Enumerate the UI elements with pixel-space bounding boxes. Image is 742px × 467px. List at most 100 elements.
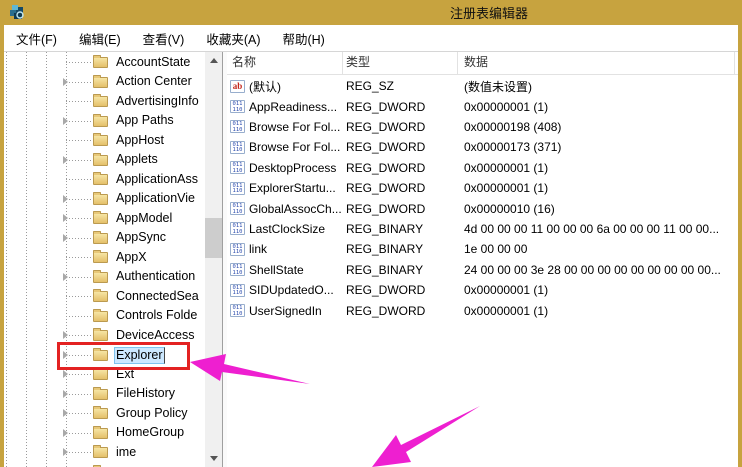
expand-arrow-icon[interactable] — [63, 214, 68, 222]
scroll-down-icon[interactable] — [205, 450, 222, 467]
value-row[interactable]: 011110Browse For Fol...REG_DWORD0x000001… — [227, 117, 738, 137]
tree-item[interactable]: Action Center — [4, 73, 205, 93]
tree-item-label[interactable]: ime — [114, 445, 138, 460]
tree-item[interactable]: ime — [4, 443, 205, 463]
value-type: REG_DWORD — [343, 202, 458, 216]
tree-item[interactable]: App Paths — [4, 112, 205, 132]
expand-arrow-icon[interactable] — [63, 331, 68, 339]
column-header-name[interactable]: 名称 — [227, 52, 343, 74]
value-type: REG_DWORD — [343, 100, 458, 114]
expand-arrow-icon[interactable] — [63, 370, 68, 378]
expand-arrow-icon[interactable] — [63, 390, 68, 398]
value-row[interactable]: 011110DesktopProcessREG_DWORD0x00000001 … — [227, 158, 738, 178]
tree-item-label[interactable]: ApplicationVie — [114, 191, 197, 206]
tree-item-label[interactable]: AppX — [114, 250, 149, 265]
value-row[interactable]: 011110LastClockSizeREG_BINARY4d 00 00 00… — [227, 219, 738, 239]
tree-scrollbar[interactable] — [205, 52, 222, 467]
tree-item[interactable]: HomeGroup — [4, 424, 205, 444]
tree-item[interactable]: AppX — [4, 248, 205, 268]
tree-item[interactable]: AppSync — [4, 229, 205, 249]
menu-item-2[interactable]: 编辑(E) — [68, 24, 132, 53]
tree-item-label[interactable]: FileHistory — [114, 386, 177, 401]
value-row[interactable]: 011110linkREG_BINARY1e 00 00 00 — [227, 239, 738, 259]
value-row[interactable]: 011110AppReadiness...REG_DWORD0x00000001… — [227, 96, 738, 116]
expand-arrow-icon[interactable] — [63, 156, 68, 164]
value-name: ExplorerStartu... — [249, 181, 336, 195]
expand-arrow-icon[interactable] — [63, 195, 68, 203]
menu-item-4[interactable]: 收藏夹(A) — [195, 24, 271, 53]
tree-connector-line — [66, 257, 92, 258]
tree-item-label[interactable]: Explorer — [114, 347, 165, 364]
tree-item[interactable]: Ext — [4, 365, 205, 385]
tree-item-label[interactable]: AccountState — [114, 55, 192, 70]
tree-item[interactable]: Applets — [4, 151, 205, 171]
expand-arrow-icon[interactable] — [63, 409, 68, 417]
menu-item-3[interactable]: 查看(V) — [132, 24, 196, 53]
tree-item[interactable]: ConnectedSea — [4, 287, 205, 307]
expand-arrow-icon[interactable] — [63, 117, 68, 125]
tree-item[interactable]: ApplicationAss — [4, 170, 205, 190]
value-row[interactable]: 011110SIDUpdatedO...REG_DWORD0x00000001 … — [227, 280, 738, 300]
tree-item[interactable]: FileHistory — [4, 385, 205, 405]
tree-connector-line — [66, 394, 92, 395]
tree-item[interactable]: Controls Folde — [4, 307, 205, 327]
value-name: LastClockSize — [249, 222, 325, 236]
value-row[interactable]: ab(默认)REG_SZ(数值未设置) — [227, 76, 738, 96]
tree-item[interactable]: Group Policy — [4, 404, 205, 424]
tree-item-label[interactable]: Applets — [114, 152, 160, 167]
tree-item-label[interactable]: App Paths — [114, 113, 176, 128]
tree-item-label[interactable]: ApplicationAss — [114, 172, 200, 187]
tree-item[interactable]: ApplicationVie — [4, 190, 205, 210]
value-row[interactable]: 011110UserSignedInREG_DWORD0x00000001 (1… — [227, 300, 738, 320]
value-name: GlobalAssocCh... — [249, 202, 342, 216]
tree-item-label[interactable]: HomeGroup — [114, 425, 186, 440]
expand-arrow-icon[interactable] — [63, 429, 68, 437]
value-row[interactable]: 011110GlobalAssocCh...REG_DWORD0x0000001… — [227, 198, 738, 218]
value-data: 0x00000001 (1) — [458, 283, 738, 297]
scroll-up-icon[interactable] — [205, 52, 222, 69]
folder-icon — [93, 57, 108, 68]
tree-item-selected[interactable]: Explorer — [4, 346, 205, 366]
value-row[interactable]: 011110ExplorerStartu...REG_DWORD0x000000… — [227, 178, 738, 198]
window-border-left — [0, 25, 4, 467]
value-name: UserSignedIn — [249, 304, 322, 318]
tree-item-label[interactable]: Ext — [114, 367, 136, 382]
expand-arrow-icon[interactable] — [63, 273, 68, 281]
column-header-data[interactable]: 数据 — [458, 52, 735, 74]
folder-icon — [93, 213, 108, 224]
value-row[interactable]: 011110Browse For Fol...REG_DWORD0x000001… — [227, 137, 738, 157]
window-border-right — [738, 25, 742, 467]
tree-item[interactable]: AppHost — [4, 131, 205, 151]
tree-item[interactable] — [4, 463, 205, 467]
folder-icon — [93, 233, 108, 244]
tree-item-label[interactable]: ConnectedSea — [114, 289, 201, 304]
expand-arrow-icon[interactable] — [63, 234, 68, 242]
tree-item-label[interactable]: AdvertisingInfo — [114, 94, 201, 109]
tree-item[interactable]: AdvertisingInfo — [4, 92, 205, 112]
tree-item-label[interactable]: DeviceAccess — [114, 328, 197, 343]
tree-item[interactable]: DeviceAccess — [4, 326, 205, 346]
column-header-type[interactable]: 类型 — [343, 52, 458, 74]
folder-icon — [93, 311, 108, 322]
tree-item[interactable]: AccountState — [4, 53, 205, 73]
tree-item-label[interactable]: AppModel — [114, 211, 174, 226]
value-data: 24 00 00 00 3e 28 00 00 00 00 00 00 00 0… — [458, 263, 738, 277]
tree-item-label[interactable]: Controls Folde — [114, 308, 199, 323]
tree-item[interactable]: Authentication — [4, 268, 205, 288]
expand-arrow-icon[interactable] — [63, 351, 68, 359]
expand-arrow-icon[interactable] — [63, 448, 68, 456]
menu-item-1[interactable]: 文件(F) — [5, 24, 68, 53]
tree-item[interactable]: AppModel — [4, 209, 205, 229]
scrollbar-thumb[interactable] — [205, 218, 222, 258]
titlebar[interactable]: 注册表编辑器 — [0, 0, 742, 25]
tree-item-label[interactable]: Group Policy — [114, 406, 190, 421]
tree-item-label[interactable]: AppSync — [114, 230, 168, 245]
tree-item-label[interactable]: AppHost — [114, 133, 166, 148]
value-data: 4d 00 00 00 11 00 00 00 6a 00 00 00 11 0… — [458, 222, 738, 236]
tree-connector-line — [66, 433, 92, 434]
menu-item-5[interactable]: 帮助(H) — [271, 24, 335, 53]
expand-arrow-icon[interactable] — [63, 78, 68, 86]
tree-item-label[interactable]: Authentication — [114, 269, 197, 284]
value-row[interactable]: 011110ShellStateREG_BINARY24 00 00 00 3e… — [227, 260, 738, 280]
tree-item-label[interactable]: Action Center — [114, 74, 194, 89]
